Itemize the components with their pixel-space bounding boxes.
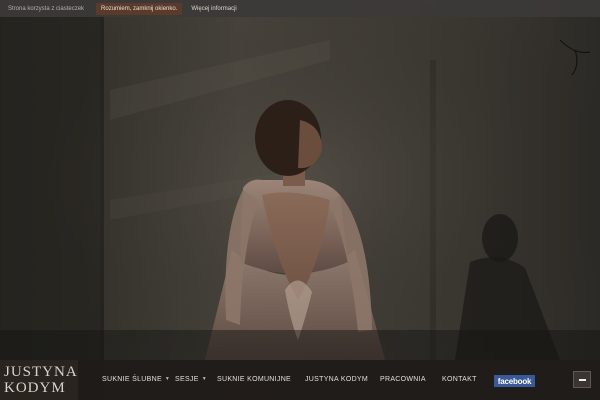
- nav-label-justyna-kodym: JUSTYNA KODYM: [305, 376, 369, 383]
- cookie-notice-text: Strona korzysta z ciasteczek: [8, 5, 85, 12]
- nav-item-suknie-komunijne[interactable]: SUKNIE KOMUNIJNE: [217, 376, 291, 383]
- hero-photo: [0, 0, 600, 400]
- nav-item-kontakt[interactable]: KONTAKT: [442, 376, 477, 383]
- nav-label-pracownia: PRACOWNIA: [380, 376, 426, 383]
- logo-line-2: KODYM: [4, 380, 66, 396]
- minus-icon: [578, 378, 586, 381]
- facebook-icon: facebook: [497, 376, 532, 386]
- nav-label-suknie-komunijne: SUKNIE KOMUNIJNE: [217, 376, 292, 383]
- hero-illustration: [0, 0, 600, 400]
- nav-item-justyna-kodym[interactable]: JUSTYNA KODYM: [305, 376, 368, 383]
- chevron-down-icon: ▼: [201, 376, 207, 382]
- facebook-link[interactable]: facebook: [494, 375, 535, 387]
- site-logo[interactable]: JUSTYNA KODYM: [0, 360, 78, 400]
- collapse-menu-button[interactable]: [573, 371, 591, 388]
- nav-label-kontakt: KONTAKT: [442, 376, 477, 383]
- nav-label-suknie-slubne: SUKNIE ŚLUBNE: [102, 376, 162, 383]
- nav-label-sesje: SESJE: [175, 376, 199, 383]
- nav-item-suknie-slubne[interactable]: SUKNIE ŚLUBNE ▼: [102, 376, 170, 383]
- chevron-down-icon: ▼: [164, 376, 171, 382]
- cookie-more-info-link[interactable]: Więcej informacji: [191, 6, 236, 12]
- nav-item-sesje[interactable]: SESJE ▼: [175, 376, 207, 383]
- logo-line-1: JUSTYNA: [4, 364, 78, 380]
- cookie-accept-button[interactable]: Rozumiem, zamknij okienko.: [96, 2, 183, 15]
- cookie-bar: Strona korzysta z ciasteczek Rozumiem, z…: [0, 0, 600, 17]
- nav-item-pracownia[interactable]: PRACOWNIA: [380, 376, 426, 383]
